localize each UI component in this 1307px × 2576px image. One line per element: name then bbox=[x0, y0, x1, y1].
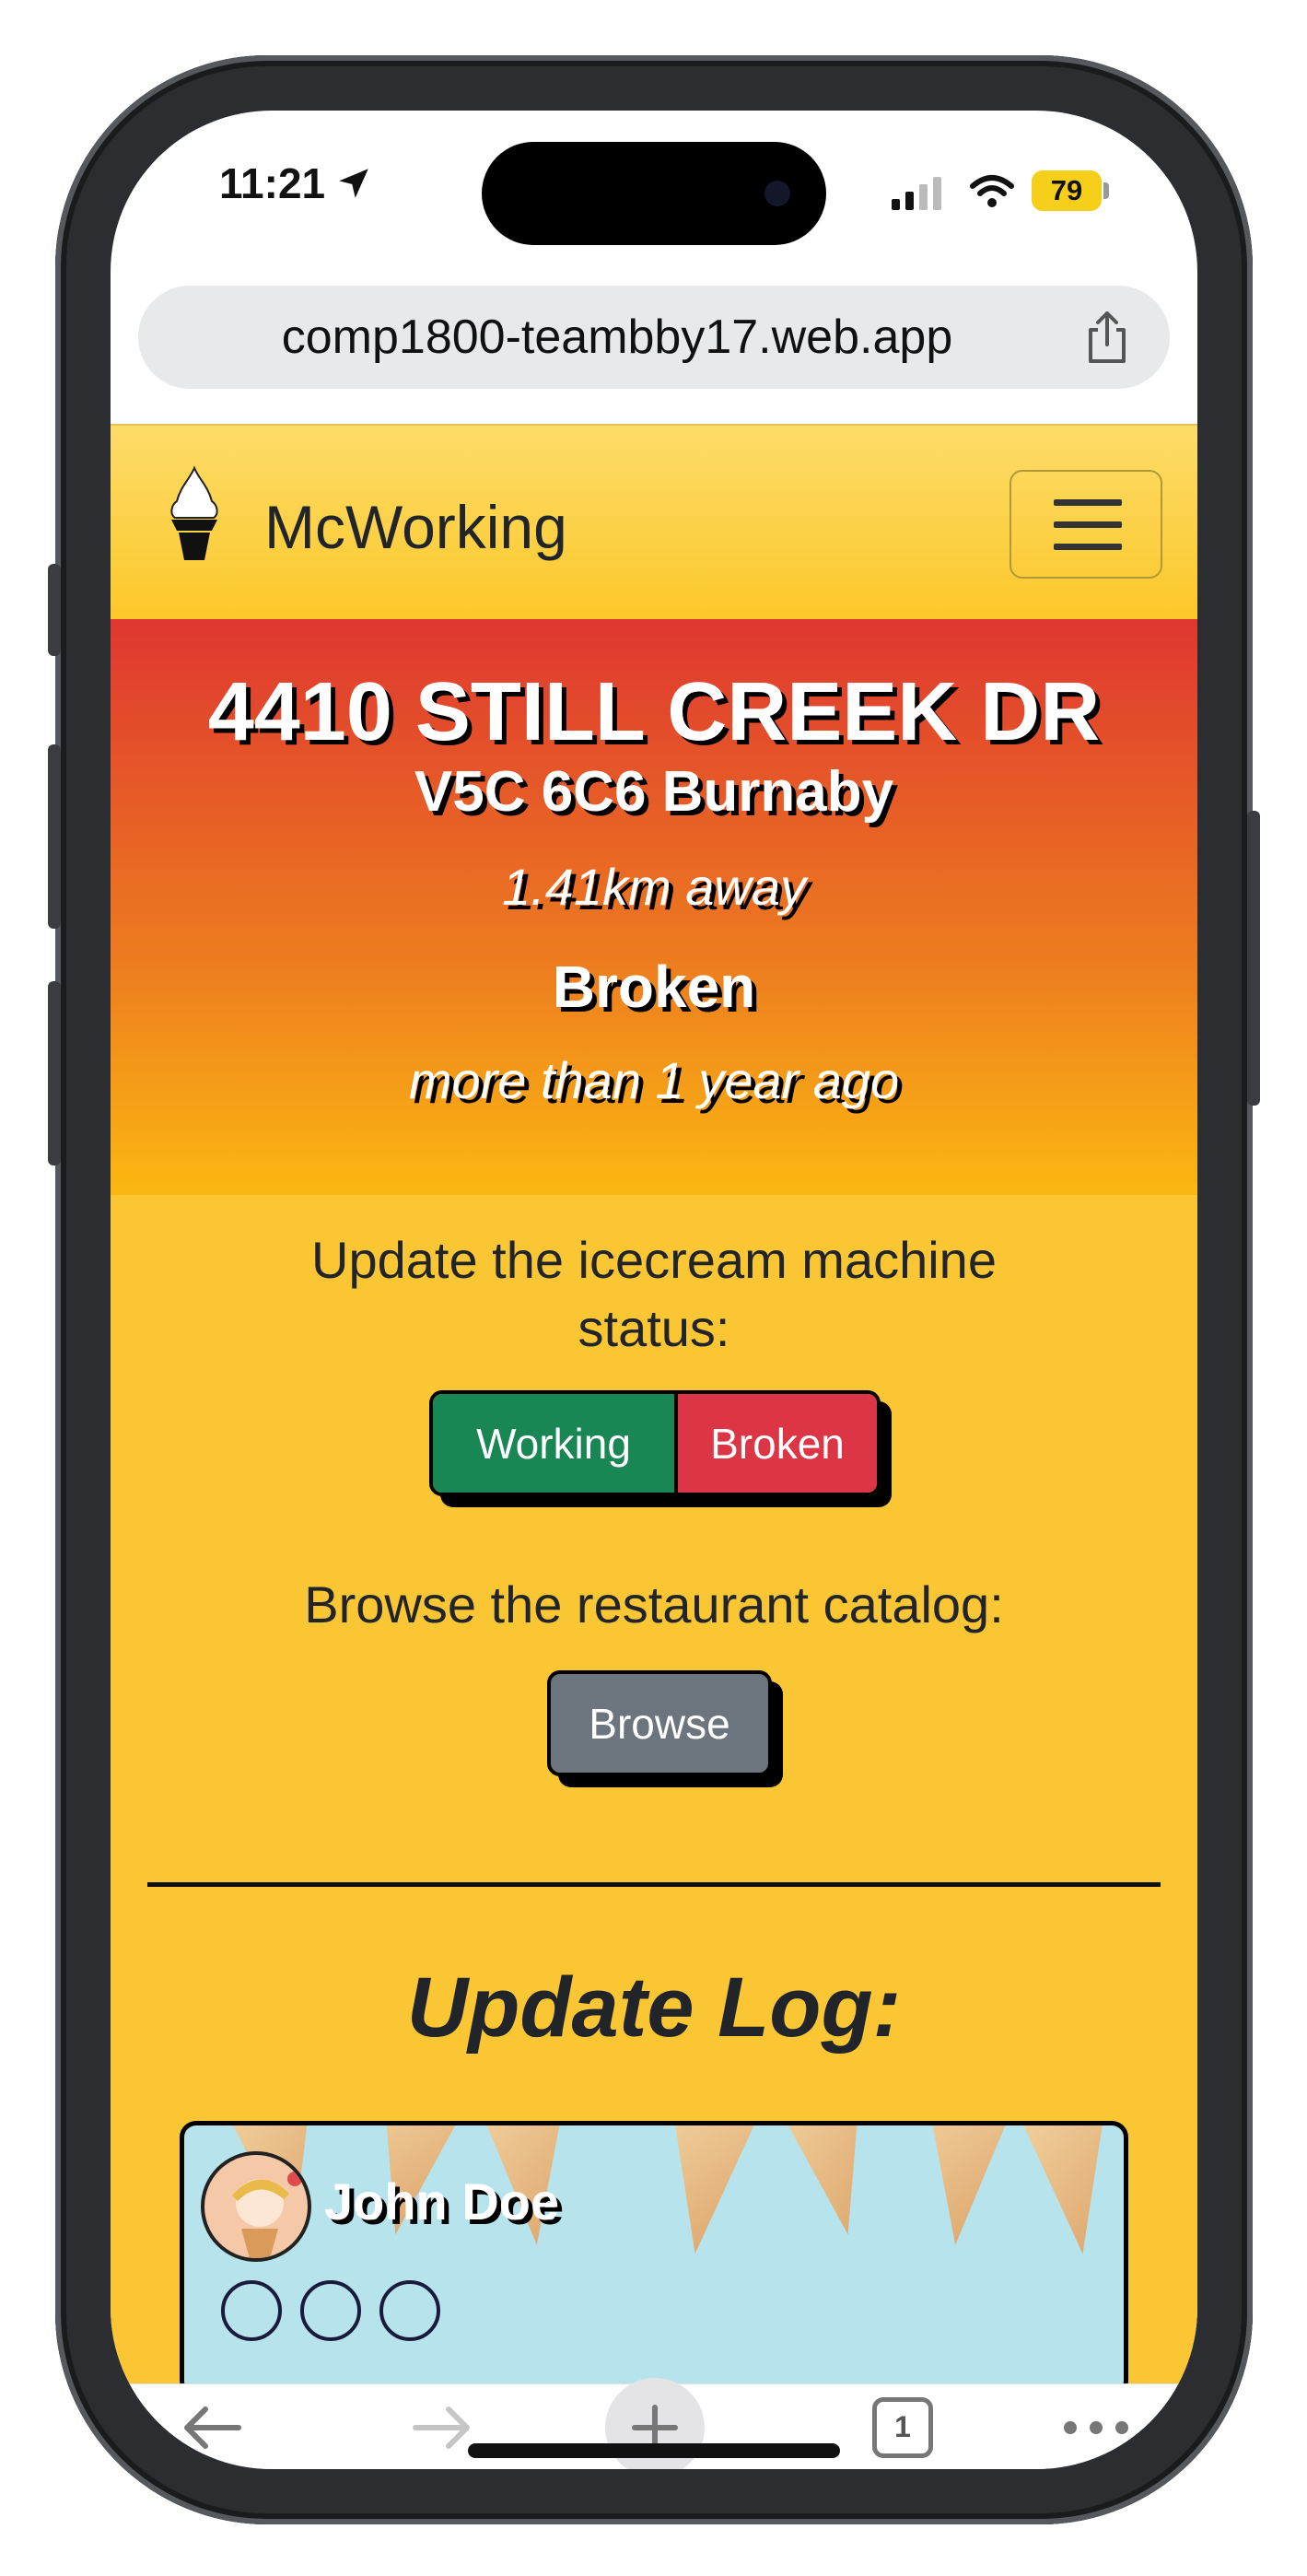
forward-arrow-icon[interactable] bbox=[410, 2405, 474, 2451]
more-icon[interactable] bbox=[1059, 2418, 1133, 2437]
restaurant-address: 4410 STILL CREEK DR bbox=[207, 666, 1101, 758]
restaurant-postal-city: V5C 6C6 Burnaby bbox=[414, 760, 894, 824]
update-log-title: Update Log: bbox=[406, 1961, 902, 2055]
power-button bbox=[1247, 811, 1260, 1106]
main-content: Update the icecream machine status: Work… bbox=[111, 1195, 1197, 2397]
phone-screen: 11:21 79 comp1800-teambby17.web.app McWo… bbox=[111, 111, 1197, 2469]
url-text[interactable]: comp1800-teambby17.web.app bbox=[138, 286, 1059, 389]
broken-button[interactable]: Broken bbox=[678, 1394, 877, 1493]
back-arrow-icon[interactable] bbox=[180, 2405, 244, 2451]
time-text: 11:21 bbox=[219, 159, 326, 207]
status-bar-time: 11:21 bbox=[219, 158, 373, 208]
reaction-icon bbox=[221, 2280, 282, 2341]
log-entry-username: John Doe bbox=[324, 2172, 560, 2231]
working-button[interactable]: Working bbox=[433, 1394, 678, 1493]
last-update-time: more than 1 year ago bbox=[408, 1051, 900, 1109]
volume-up-button bbox=[48, 744, 61, 929]
divider bbox=[147, 1882, 1161, 1887]
battery-indicator: 79 bbox=[1032, 170, 1102, 211]
machine-status: Broken bbox=[552, 954, 756, 1020]
battery-level: 79 bbox=[1050, 174, 1083, 206]
url-bar[interactable]: comp1800-teambby17.web.app bbox=[138, 286, 1170, 389]
cone-decoration bbox=[778, 2121, 888, 2243]
cone-decoration bbox=[914, 2121, 1010, 2249]
back-button[interactable] bbox=[147, 2384, 276, 2469]
ice-cream-cone-icon[interactable] bbox=[164, 464, 225, 566]
tabs-icon[interactable]: 1 bbox=[872, 2396, 933, 2458]
cellular-signal-icon bbox=[892, 175, 941, 210]
cone-decoration bbox=[654, 2121, 755, 2260]
reaction-icon bbox=[300, 2280, 361, 2341]
restaurant-distance: 1.41km away bbox=[502, 858, 806, 916]
log-entry-card[interactable]: John Doe bbox=[180, 2121, 1128, 2397]
camera-icon bbox=[764, 181, 790, 206]
browse-button[interactable]: Browse bbox=[547, 1670, 772, 1776]
update-status-prompt-line2: status: bbox=[578, 1299, 730, 1357]
share-icon[interactable] bbox=[1081, 310, 1133, 365]
navbar: McWorking bbox=[111, 424, 1197, 621]
avatar-image bbox=[232, 2172, 302, 2258]
tab-count: 1 bbox=[894, 2410, 911, 2443]
avatar bbox=[201, 2151, 311, 2262]
update-status-prompt: Update the icecream machine bbox=[311, 1231, 997, 1289]
hamburger-menu-icon[interactable] bbox=[1009, 470, 1162, 579]
brand-name[interactable]: McWorking bbox=[264, 492, 567, 562]
action-button bbox=[48, 564, 61, 656]
browse-prompt: Browse the restaurant catalog: bbox=[304, 1575, 1004, 1633]
location-arrow-icon bbox=[339, 169, 368, 198]
wifi-icon bbox=[970, 175, 1014, 207]
cone-decoration bbox=[1022, 2121, 1124, 2260]
restaurant-header: 4410 STILL CREEK DR V5C 6C6 Burnaby 1.41… bbox=[111, 619, 1197, 1195]
status-button-group: Working Broken bbox=[429, 1390, 881, 1496]
battery-cap bbox=[1103, 182, 1109, 199]
home-indicator[interactable] bbox=[468, 2443, 840, 2458]
tabs-button[interactable]: 1 bbox=[838, 2384, 967, 2469]
reaction-icon bbox=[379, 2280, 440, 2341]
volume-down-button bbox=[48, 981, 61, 1165]
more-button[interactable] bbox=[1032, 2384, 1161, 2469]
